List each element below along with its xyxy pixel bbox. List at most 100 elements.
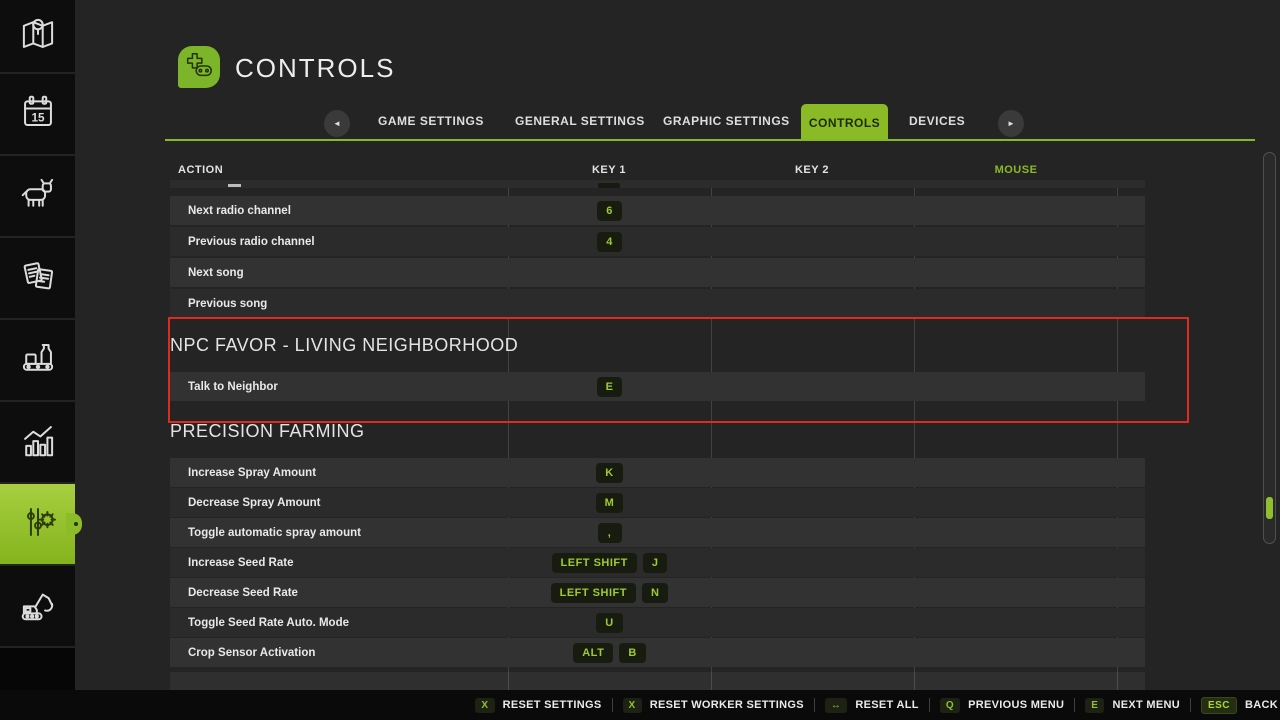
action-label: Increase Seed Rate [188, 557, 293, 569]
key-badge: LEFT SHIFT [552, 553, 637, 573]
table-row[interactable]: Previous radio channel 4 [170, 227, 1145, 256]
key-badge: ALT [573, 643, 613, 663]
key1-cell[interactable]: 6 [508, 196, 711, 225]
scrollbar-track[interactable] [1263, 152, 1276, 544]
excavator-icon [18, 584, 58, 629]
tab-controls-active[interactable]: CONTROLS [801, 104, 888, 141]
key1-cell[interactable] [508, 258, 711, 287]
table-row-clipped-bottom [170, 672, 1145, 690]
mouse-cell[interactable] [914, 458, 1117, 487]
action-label: Toggle automatic spray amount [188, 527, 361, 539]
key2-cell[interactable] [711, 608, 914, 637]
key2-cell[interactable] [711, 196, 914, 225]
sidebar-item-production[interactable] [0, 320, 75, 402]
tabs-next-button[interactable]: ► [998, 110, 1024, 137]
tab-devices[interactable]: DEVICES [909, 114, 965, 128]
sidebar-item-construction[interactable] [0, 566, 75, 648]
reset-settings-button[interactable]: X RESET SETTINGS [465, 698, 611, 713]
key1-cell[interactable]: ALT B [508, 638, 711, 667]
cow-icon [18, 174, 58, 219]
key2-cell[interactable] [711, 548, 914, 577]
key2-cell[interactable] [711, 458, 914, 487]
key2-cell[interactable] [711, 258, 914, 287]
sidebar-item-map[interactable] [0, 0, 75, 74]
gamepad-keys-icon [183, 49, 215, 86]
reset-all-button[interactable]: ↔ RESET ALL [815, 698, 929, 713]
scrollbar-thumb[interactable] [1266, 497, 1273, 519]
key2-cell[interactable] [711, 227, 914, 256]
key1-cell[interactable]: E [508, 372, 711, 401]
table-row[interactable]: Previous song [170, 289, 1145, 318]
action-label: Toggle Seed Rate Auto. Mode [188, 617, 349, 629]
action-label: Talk to Neighbor [188, 381, 278, 393]
mouse-cell[interactable] [914, 227, 1117, 256]
column-header-action: ACTION [178, 164, 223, 176]
key-badge: K [596, 463, 622, 483]
mouse-cell[interactable] [914, 289, 1117, 318]
mouse-cell[interactable] [914, 578, 1117, 607]
table-row-clipped[interactable] [170, 180, 1145, 188]
key1-cell[interactable]: M [508, 488, 711, 517]
reset-worker-settings-button[interactable]: X RESET WORKER SETTINGS [613, 698, 814, 713]
page-title: CONTROLS [235, 53, 395, 84]
key-badge: , [598, 523, 622, 543]
sidebar-item-animals[interactable] [0, 156, 75, 238]
key2-cell[interactable] [711, 518, 914, 547]
key1-cell[interactable] [508, 289, 711, 318]
key1-cell[interactable]: LEFT SHIFT N [508, 578, 711, 607]
mouse-cell[interactable] [914, 488, 1117, 517]
table-row[interactable]: Increase Seed Rate LEFT SHIFT J [170, 548, 1145, 577]
key2-cell[interactable] [711, 638, 914, 667]
key2-cell[interactable] [711, 488, 914, 517]
keybindings-table: Next radio channel 6 Previous radio chan… [170, 180, 1145, 690]
mouse-cell[interactable] [914, 638, 1117, 667]
mouse-cell[interactable] [914, 258, 1117, 287]
column-header-mouse: MOUSE [995, 164, 1038, 176]
mouse-cell[interactable] [914, 548, 1117, 577]
sidebar-item-calendar[interactable]: 15 [0, 74, 75, 156]
key2-cell[interactable] [711, 289, 914, 318]
next-menu-label: NEXT MENU [1112, 699, 1179, 711]
table-row[interactable]: Increase Spray Amount K [170, 458, 1145, 487]
statistics-icon [18, 420, 58, 465]
table-row[interactable]: Toggle automatic spray amount , [170, 518, 1145, 547]
map-icon [18, 14, 58, 59]
table-row[interactable]: Next radio channel 6 [170, 196, 1145, 225]
controls-settings-screen: 15 [0, 0, 1280, 720]
table-row[interactable]: Decrease Seed Rate LEFT SHIFT N [170, 578, 1145, 607]
tab-game-settings[interactable]: GAME SETTINGS [378, 114, 484, 128]
bottom-action-bar: X RESET SETTINGS X RESET WORKER SETTINGS… [0, 690, 1280, 720]
mouse-cell[interactable] [914, 608, 1117, 637]
next-menu-button[interactable]: E NEXT MENU [1075, 698, 1190, 713]
key2-cell[interactable] [711, 578, 914, 607]
previous-menu-button[interactable]: Q PREVIOUS MENU [930, 698, 1074, 713]
table-row[interactable]: Crop Sensor Activation ALT B [170, 638, 1145, 667]
x-key-badge: X [475, 698, 494, 713]
sidebar-item-settings[interactable] [0, 484, 75, 566]
key2-cell[interactable] [711, 372, 914, 401]
back-button[interactable]: ESC BACK [1191, 697, 1280, 714]
table-row[interactable]: Next song [170, 258, 1145, 287]
reset-worker-settings-label: RESET WORKER SETTINGS [650, 699, 804, 711]
key1-cell[interactable]: 4 [508, 227, 711, 256]
sidebar-item-contracts[interactable] [0, 238, 75, 320]
key-badge: 4 [597, 232, 622, 252]
table-row[interactable]: Talk to Neighbor E [170, 372, 1145, 401]
left-arrow-icon: ◄ [333, 119, 341, 128]
table-row[interactable]: Decrease Spray Amount M [170, 488, 1145, 517]
key1-cell[interactable]: LEFT SHIFT J [508, 548, 711, 577]
mouse-cell[interactable] [914, 196, 1117, 225]
table-row[interactable]: Toggle Seed Rate Auto. Mode U [170, 608, 1145, 637]
key1-cell[interactable]: , [508, 518, 711, 547]
sidebar-item-statistics[interactable] [0, 402, 75, 484]
action-label: Decrease Spray Amount [188, 497, 321, 509]
mouse-cell[interactable] [914, 372, 1117, 401]
tabs-prev-button[interactable]: ◄ [324, 110, 350, 137]
key-badge: N [642, 583, 668, 603]
key1-cell[interactable]: K [508, 458, 711, 487]
key1-cell[interactable]: U [508, 608, 711, 637]
tab-general-settings[interactable]: GENERAL SETTINGS [515, 114, 645, 128]
tab-graphic-settings[interactable]: GRAPHIC SETTINGS [663, 114, 790, 128]
active-tab-underline [165, 139, 1255, 141]
mouse-cell[interactable] [914, 518, 1117, 547]
